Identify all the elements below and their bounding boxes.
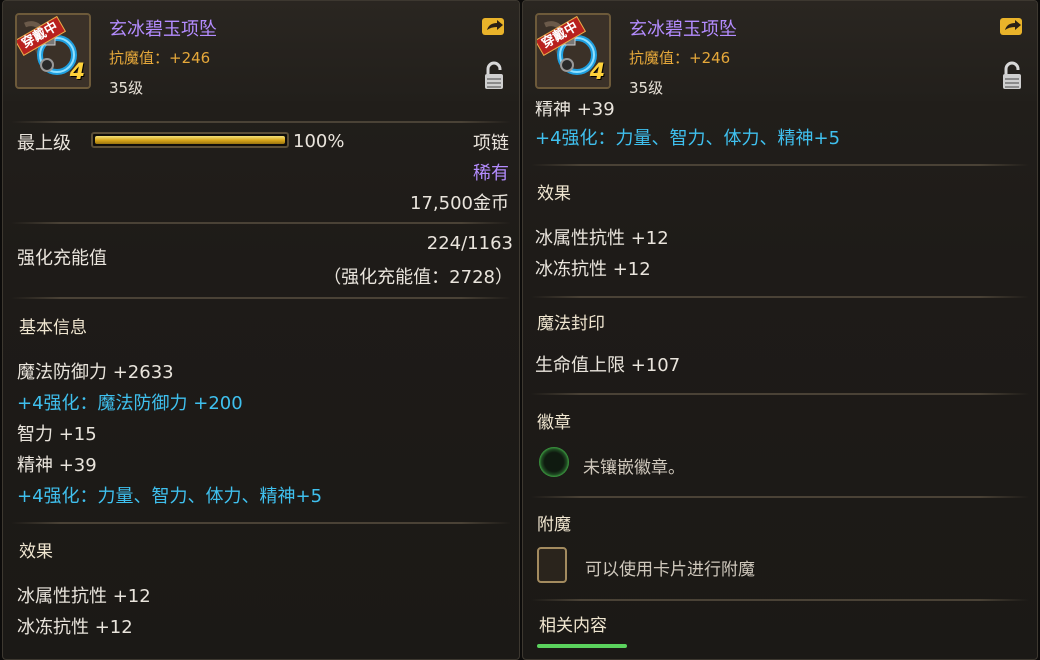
stat-line: 智力 +15 [17, 424, 97, 445]
enhance-level-badge: 4 [69, 60, 85, 85]
slot-type: 项链 [473, 133, 509, 154]
item-header: 穿戴中 4 玄冰碧玉项坠 抗魔值：+246 35级 [523, 1, 1037, 101]
stat-line: 魔法防御力 +2633 [17, 362, 174, 383]
grade-percent: 100% [293, 131, 345, 152]
item-level: 35级 [629, 79, 664, 97]
stat-line-enhance: +4强化：力量、智力、体力、精神+5 [535, 128, 841, 149]
grade-progress-bar [91, 132, 289, 148]
effect-title: 效果 [537, 184, 571, 204]
item-level: 35级 [109, 79, 144, 97]
item-icon[interactable]: 穿戴中 4 [15, 13, 91, 89]
effect-line: 冰冻抗性 +12 [17, 617, 133, 638]
stat-line: 精神 +39 [17, 455, 97, 476]
charge-note: （强化充能值：2728） [323, 267, 513, 288]
item-name: 玄冰碧玉项坠 [109, 19, 217, 40]
item-header: 穿戴中 4 玄冰碧玉项坠 抗魔值：+246 35级 [3, 1, 519, 101]
stat-line-enhance: +4强化：力量、智力、体力、精神+5 [17, 486, 323, 507]
magic-resist-value: 抗魔值：+246 [109, 49, 211, 67]
grade-label: 最上级 [17, 133, 71, 154]
divider [11, 222, 511, 224]
charge-value: 224/1163 [426, 233, 513, 254]
enchant-hint: 可以使用卡片进行附魔 [585, 560, 755, 580]
effect-line: 冰冻抗性 +12 [535, 259, 651, 280]
tab-related-content[interactable]: 相关内容 [539, 611, 607, 636]
emblem-empty-text: 未镶嵌徽章。 [583, 458, 685, 478]
share-icon[interactable] [999, 15, 1025, 37]
card-slot-icon[interactable] [537, 547, 567, 583]
enchant-title: 附魔 [537, 515, 571, 535]
divider [531, 393, 1029, 395]
basic-info-title: 基本信息 [19, 318, 87, 338]
lock-icon[interactable] [1001, 61, 1023, 91]
price: 17,500金币 [410, 193, 509, 214]
divider [531, 164, 1029, 166]
stat-line-enhance: +4强化：魔法防御力 +200 [17, 393, 243, 414]
effect-line: 冰属性抗性 +12 [17, 586, 151, 607]
effect-title: 效果 [19, 542, 53, 562]
divider [531, 599, 1029, 601]
item-tooltip-right: 精神 +39 +4强化：力量、智力、体力、精神+5 穿戴中 4 玄冰碧玉项坠 抗… [522, 0, 1038, 660]
divider [11, 522, 511, 524]
divider [11, 297, 511, 299]
grade-progress-fill [95, 136, 285, 144]
magic-seal-title: 魔法封印 [537, 314, 605, 334]
emblem-title: 徽章 [537, 413, 571, 433]
item-name: 玄冰碧玉项坠 [629, 19, 737, 40]
charge-label: 强化充能值 [17, 248, 107, 269]
lock-icon[interactable] [483, 61, 505, 91]
divider [11, 121, 511, 123]
rarity: 稀有 [473, 163, 509, 184]
tab-active-indicator [537, 644, 627, 648]
emblem-slot-icon[interactable] [539, 447, 569, 477]
item-icon[interactable]: 穿戴中 4 [535, 13, 611, 89]
divider [531, 496, 1029, 498]
enhance-level-badge: 4 [589, 60, 605, 85]
magic-resist-value: 抗魔值：+246 [629, 49, 731, 67]
magic-seal-value: 生命值上限 +107 [535, 355, 681, 376]
effect-line: 冰属性抗性 +12 [535, 228, 669, 249]
item-tooltip-left: 穿戴中 4 玄冰碧玉项坠 抗魔值：+246 35级 最上级 100% 项链 稀有… [2, 0, 520, 660]
divider [531, 296, 1029, 298]
share-icon[interactable] [481, 15, 507, 37]
